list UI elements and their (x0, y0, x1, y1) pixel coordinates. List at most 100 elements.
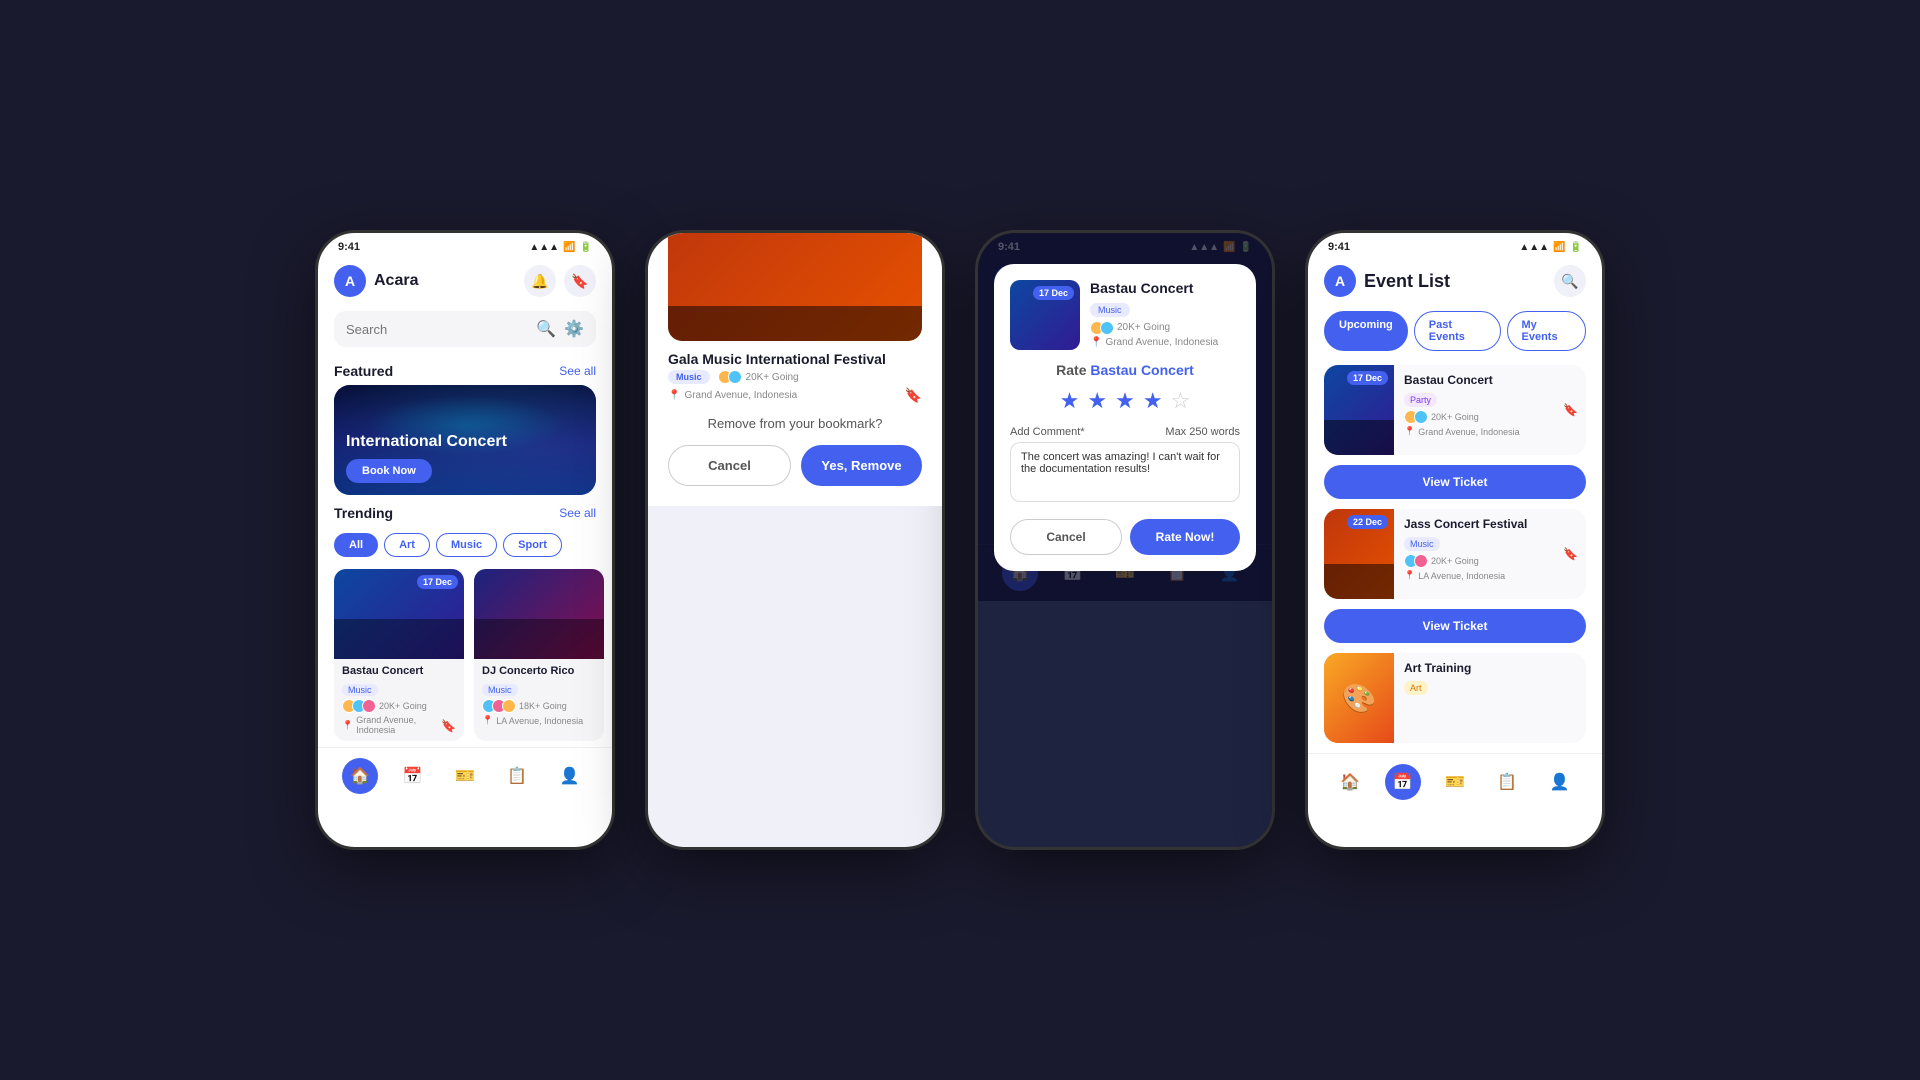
dialog-bookmark-icon[interactable]: 🔖 (905, 387, 922, 404)
search-input-1[interactable] (346, 322, 528, 337)
event-img-2 (474, 569, 604, 659)
list-tag-1: Party (1404, 393, 1437, 407)
trending-see-all[interactable]: See all (559, 506, 596, 520)
events-grid: 17 Dec Bastau Concert Music 20K+ Going 📍… (318, 563, 612, 747)
dialog-tag-music: Music (668, 370, 710, 384)
rate-event-location: 📍Grand Avenue, Indonesia (1090, 337, 1240, 348)
rate-event-details: Bastau Concert Music 20K+ Going 📍Grand A… (1090, 280, 1240, 350)
crowd-1 (334, 619, 464, 659)
view-ticket-btn-1[interactable]: View Ticket (1324, 465, 1586, 499)
star-3[interactable]: ★ (1115, 388, 1135, 414)
dialog-going: 20K+ Going (746, 372, 799, 383)
chip-art[interactable]: Art (384, 533, 430, 557)
event-card-1[interactable]: 17 Dec Bastau Concert Music 20K+ Going 📍… (334, 569, 464, 741)
nav-ticket-4[interactable]: 🎫 (1437, 764, 1473, 800)
bottom-nav-1: 🏠 📅 🎫 📋 👤 (318, 747, 612, 804)
nav-profile-1[interactable]: 👤 (552, 758, 588, 794)
app-header-1: A Acara 🔔 🔖 (318, 257, 612, 305)
nav-ticket-1[interactable]: 🎫 (447, 758, 483, 794)
bookmark-icon-card-1[interactable]: 🔖 (441, 719, 456, 733)
list-crowd-1 (1324, 420, 1394, 455)
logo-4: A (1324, 265, 1356, 297)
dialog-img: 25 Dec (668, 230, 922, 341)
bookmark-header-icon[interactable]: 🔖 (564, 265, 596, 297)
nav-list-4[interactable]: 📋 (1489, 764, 1525, 800)
chip-music[interactable]: Music (436, 533, 497, 557)
nav-calendar-4[interactable]: 📅 (1385, 764, 1421, 800)
notification-icon[interactable]: 🔔 (524, 265, 556, 297)
event-list-title: Event List (1364, 271, 1546, 292)
event-tag-1: Music (342, 684, 378, 696)
remove-dialog-overlay: 25 Dec Gala Music International Festival… (648, 233, 942, 506)
event-img-1: 17 Dec (334, 569, 464, 659)
list-date-1: 17 Dec (1347, 371, 1388, 385)
list-location-2: 📍LA Avenue, Indonesia (1404, 570, 1545, 581)
tab-upcoming[interactable]: Upcoming (1324, 311, 1408, 351)
tab-my-events[interactable]: My Events (1507, 311, 1587, 351)
list-bookmark-1[interactable]: 🔖 (1563, 403, 1586, 417)
list-item-1[interactable]: 17 Dec Bastau Concert Party 20K+ Going 📍… (1324, 365, 1586, 455)
chip-sport[interactable]: Sport (503, 533, 562, 557)
event-info-2: DJ Concerto Rico Music 18K+ Going 📍LA Av… (474, 659, 604, 732)
dialog-cancel-button[interactable]: Cancel (668, 445, 791, 486)
rate-cancel-button[interactable]: Cancel (1010, 519, 1122, 555)
rate-event-going: 20K+ Going (1090, 321, 1240, 335)
event-card-2[interactable]: DJ Concerto Rico Music 18K+ Going 📍LA Av… (474, 569, 604, 741)
dialog-confirm-button[interactable]: Yes, Remove (801, 445, 922, 486)
tab-past-events[interactable]: Past Events (1414, 311, 1501, 351)
list-bookmark-2[interactable]: 🔖 (1563, 547, 1586, 561)
nav-profile-4[interactable]: 👤 (1542, 764, 1578, 800)
nav-list-1[interactable]: 📋 (499, 758, 535, 794)
event-list-scroll: 17 Dec Bastau Concert Party 20K+ Going 📍… (1308, 365, 1602, 753)
list-name-2: Jass Concert Festival (1404, 517, 1545, 531)
phone-3-rate: 9:41 ▲▲▲📶🔋 A Acara 🔔 🔖 🔍 ⚙️ All Art Musi… (975, 230, 1275, 850)
list-item-3[interactable]: 24 Dec 🎨 Art Training Art (1324, 653, 1586, 743)
rate-title: Rate Bastau Concert (1010, 362, 1240, 378)
rate-modal-backdrop: 17 Dec Bastau Concert Music 20K+ Going 📍… (978, 233, 1272, 601)
featured-title: Featured (334, 363, 393, 379)
art-visual: 🎨 (1324, 653, 1394, 743)
nav-home-1[interactable]: 🏠 (342, 758, 378, 794)
list-item-2[interactable]: 22 Dec Jass Concert Festival Music 20K+ … (1324, 509, 1586, 599)
trending-section: Trending See all (318, 495, 612, 527)
dialog-crowd (668, 306, 922, 341)
event-location-1: 📍Grand Avenue, Indonesia (342, 715, 456, 735)
search-bar-1[interactable]: 🔍 ⚙️ (334, 311, 596, 347)
phone-1-home: 9:41 ▲▲▲📶🔋 A Acara 🔔 🔖 🔍 ⚙️ Featured See… (315, 230, 615, 850)
star-rating[interactable]: ★ ★ ★ ★ ☆ (1010, 388, 1240, 414)
nav-home-4[interactable]: 🏠 (1332, 764, 1368, 800)
star-5[interactable]: ☆ (1171, 388, 1191, 414)
featured-see-all[interactable]: See all (559, 364, 596, 378)
search-icon-1: 🔍 (536, 319, 556, 339)
event-list-header: A Event List 🔍 (1308, 257, 1602, 305)
phone-4-eventlist: 9:41 ▲▲▲📶🔋 A Event List 🔍 Upcoming Past … (1305, 230, 1605, 850)
chip-all[interactable]: All (334, 533, 378, 557)
featured-card[interactable]: International Concert Book Now (334, 385, 596, 495)
rate-now-button[interactable]: Rate Now! (1130, 519, 1240, 555)
star-1[interactable]: ★ (1060, 388, 1080, 414)
rate-event-tag: Music (1090, 303, 1130, 317)
status-bar-1: 9:41 ▲▲▲📶🔋 (318, 233, 612, 257)
book-now-button[interactable]: Book Now (346, 459, 432, 483)
featured-overlay: International Concert Book Now (334, 385, 596, 495)
dialog-date-badge: 25 Dec (873, 230, 914, 233)
featured-section: Featured See all (318, 353, 612, 385)
view-ticket-btn-2[interactable]: View Ticket (1324, 609, 1586, 643)
comment-textarea[interactable]: The concert was amazing! I can't wait fo… (1010, 442, 1240, 502)
crowd-2 (474, 619, 604, 659)
star-2[interactable]: ★ (1087, 388, 1107, 414)
nav-calendar-1[interactable]: 📅 (395, 758, 431, 794)
star-4[interactable]: ★ (1143, 388, 1163, 414)
trending-title: Trending (334, 505, 393, 521)
list-going-2: 20K+ Going (1404, 554, 1545, 568)
search-icon-circle-4[interactable]: 🔍 (1554, 265, 1586, 297)
list-date-2: 22 Dec (1347, 515, 1388, 529)
logo-1: A (334, 265, 366, 297)
filter-icon-1[interactable]: ⚙️ (564, 319, 584, 339)
event-name-1: Bastau Concert (342, 665, 456, 677)
dialog-location: 📍 Grand Avenue, Indonesia 🔖 (668, 387, 922, 404)
bottom-nav-4: 🏠 📅 🎫 📋 👤 (1308, 753, 1602, 810)
list-content-1: Bastau Concert Party 20K+ Going 📍Grand A… (1404, 365, 1553, 455)
remove-dialog: 25 Dec Gala Music International Festival… (648, 230, 942, 506)
rate-event-img: 17 Dec (1010, 280, 1080, 350)
